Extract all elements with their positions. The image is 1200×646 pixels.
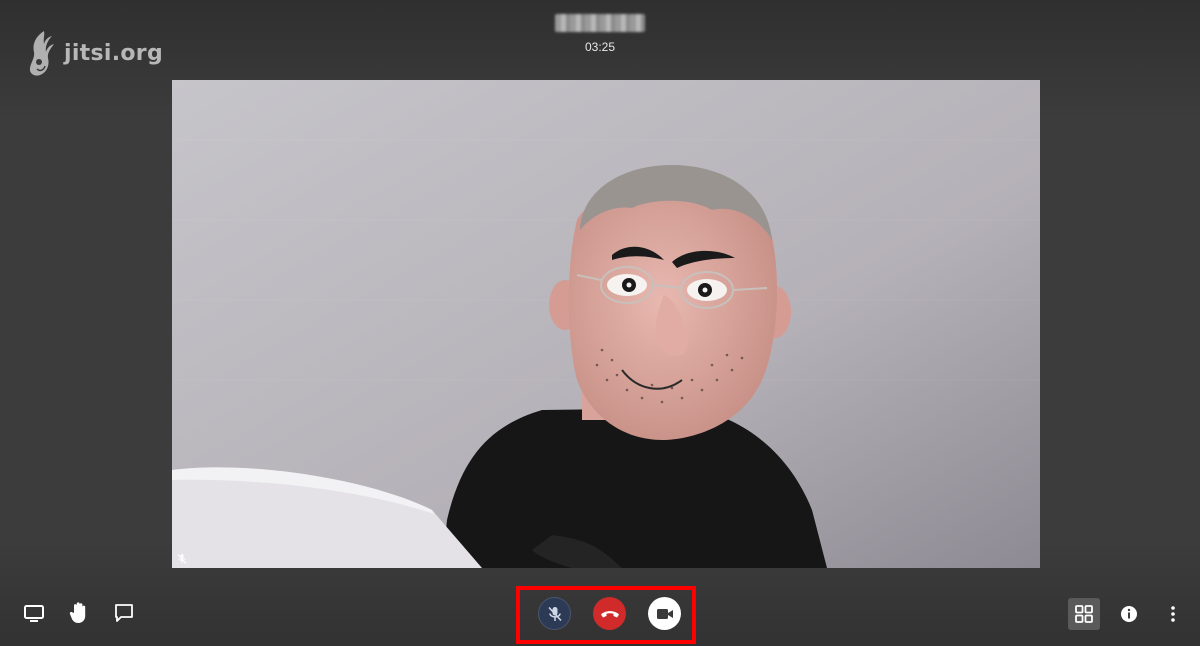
hangup-icon (600, 610, 619, 617)
video-camera-icon (656, 608, 673, 619)
screen-share-icon (24, 605, 44, 622)
toolbar-left (22, 600, 136, 626)
microphone-muted-icon (547, 606, 562, 621)
camera-toggle-button[interactable] (648, 597, 681, 630)
chat-button[interactable] (112, 600, 136, 626)
raise-hand-icon (69, 602, 86, 623)
video-scene (172, 80, 1040, 568)
microphone-toggle-button[interactable] (538, 597, 571, 630)
more-options-button[interactable] (1158, 599, 1188, 629)
hangup-button[interactable] (593, 597, 626, 630)
info-button[interactable] (1114, 599, 1144, 629)
tile-view-icon (1075, 605, 1093, 623)
more-options-icon (1171, 606, 1175, 622)
toolbar-right (1068, 598, 1188, 630)
conference-timer: 03:25 (584, 40, 616, 54)
chat-icon (115, 604, 133, 622)
conference-header: 03:25 (0, 14, 1200, 54)
info-icon (1121, 606, 1137, 622)
raise-hand-button[interactable] (67, 600, 91, 626)
participant-video[interactable] (172, 80, 1040, 568)
meeting-name-redacted (555, 14, 645, 32)
toolbar-center (538, 597, 681, 630)
screen-share-button[interactable] (22, 600, 46, 626)
conference-window: jitsi.org 03:25 (0, 0, 1200, 646)
participant-muted-icon (177, 554, 187, 564)
tile-view-button[interactable] (1068, 598, 1100, 630)
